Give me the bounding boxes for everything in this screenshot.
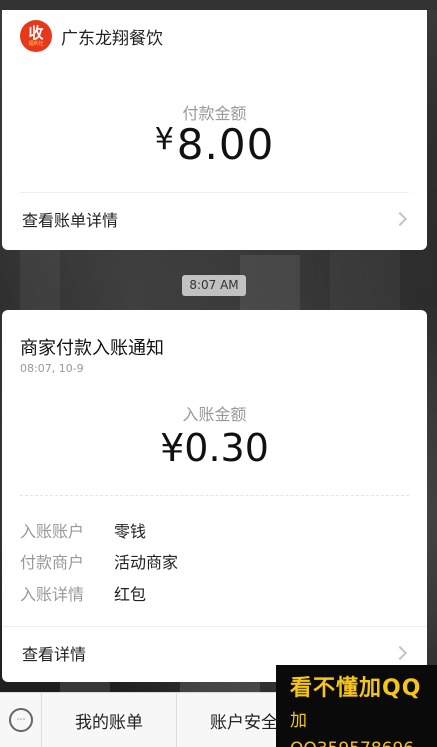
watermark-line2: 加QQ359578696 <box>290 711 414 747</box>
view-bill-details-link[interactable]: 查看账单详情 <box>22 207 118 231</box>
currency-symbol: ¥ <box>154 122 175 157</box>
keyboard-toggle-button[interactable]: ⋯ <box>0 693 42 747</box>
income-amount: ¥0.30 <box>160 426 269 470</box>
payment-amount: ¥8.00 <box>2 120 427 169</box>
chevron-right-icon <box>392 211 408 227</box>
detail-row-type: 入账详情 红包 <box>20 581 146 605</box>
chevron-right-icon <box>392 645 408 661</box>
view-details-link[interactable]: 查看详情 <box>22 641 86 665</box>
detail-key: 入账详情 <box>20 585 85 604</box>
detail-key: 付款商户 <box>20 553 85 572</box>
detail-key: 入账账户 <box>20 522 85 541</box>
watermark-overlay: 看不懂加QQ 加QQ359578696 <box>276 665 437 747</box>
detail-row-merchant: 付款商户 活动商家 <box>20 549 178 573</box>
detail-row-account: 入账账户 零钱 <box>20 518 146 542</box>
merchant-logo: 收 福利社 <box>20 20 52 52</box>
divider <box>20 495 409 496</box>
merchant-name: 广东龙翔餐饮 <box>61 28 163 49</box>
notice-title: 商家付款入账通知 <box>20 338 164 359</box>
menu-my-bills[interactable]: 我的账单 <box>42 693 177 747</box>
keyboard-icon: ⋯ <box>8 708 33 732</box>
divider <box>2 626 427 627</box>
divider <box>20 192 409 193</box>
watermark-line1: 看不懂加QQ <box>290 676 422 701</box>
logo-main-text: 收 <box>28 23 44 42</box>
time-badge: 8:07 AM <box>182 275 246 296</box>
detail-value: 红包 <box>114 585 147 604</box>
income-amount-label: 入账金额 <box>182 405 247 424</box>
detail-value: 零钱 <box>114 522 147 541</box>
top-strip <box>0 0 437 10</box>
payment-card: 收 福利社 广东龙翔餐饮 付款金额 ¥8.00 查看账单详情 <box>2 10 427 250</box>
logo-sub-text: 福利社 <box>28 40 44 47</box>
payment-amount-value: 8.00 <box>176 120 275 169</box>
notice-time: 08:07, 10-9 <box>20 362 84 375</box>
income-notice-card: 商家付款入账通知 08:07, 10-9 入账金额 ¥0.30 入账账户 零钱 … <box>2 310 427 682</box>
detail-value: 活动商家 <box>114 553 179 572</box>
merchant-header[interactable]: 收 福利社 广东龙翔餐饮 <box>20 18 163 54</box>
